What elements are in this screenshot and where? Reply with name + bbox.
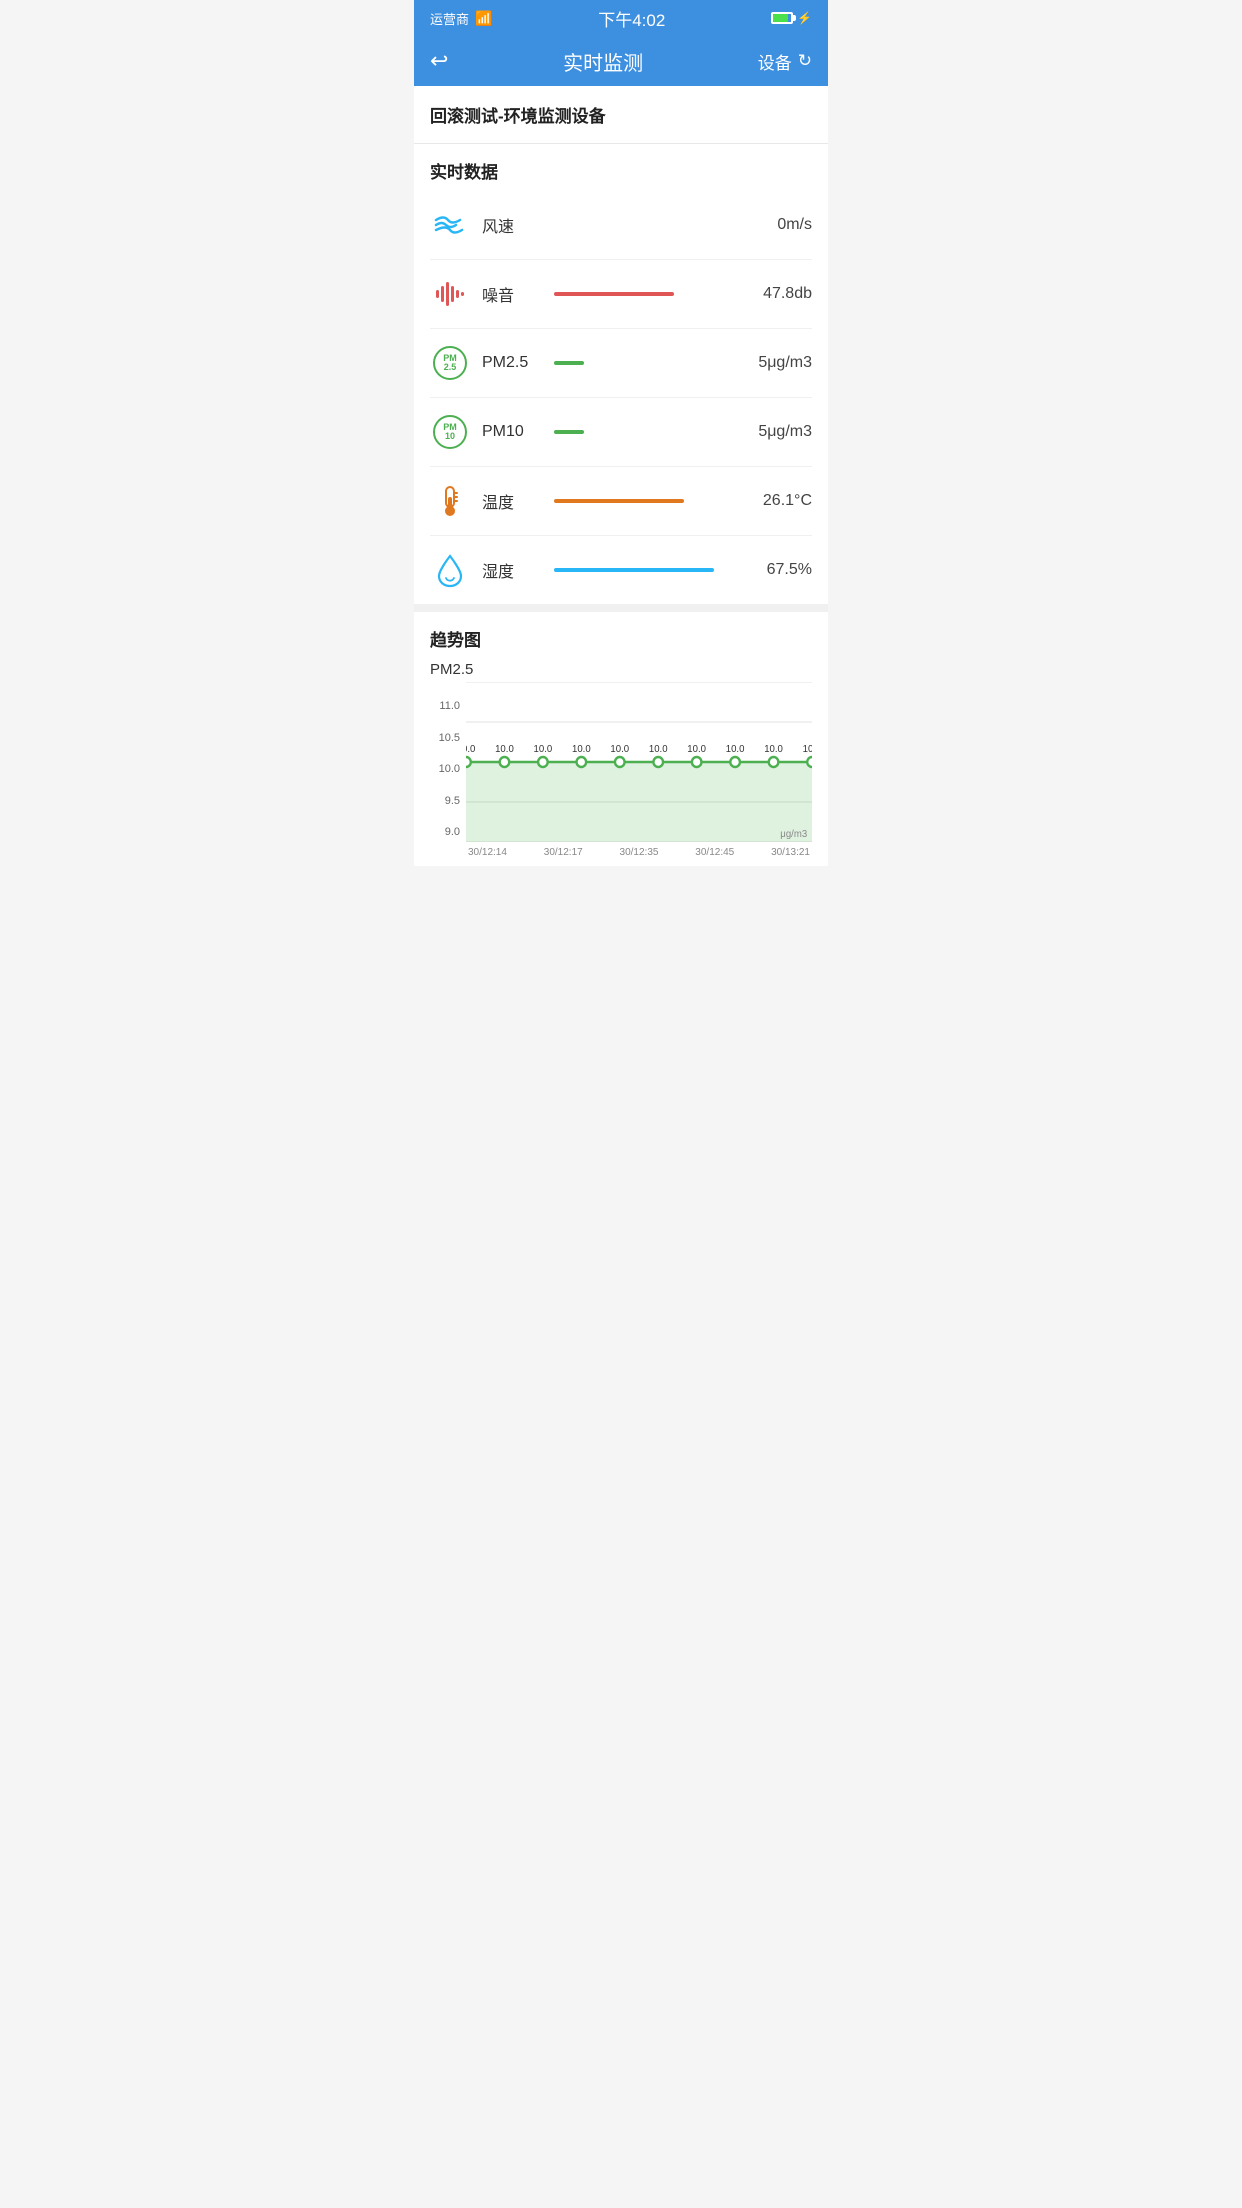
pm25-bar-area [554,361,720,365]
status-time: 下午4:02 [598,6,665,31]
noise-value: 47.8db [732,285,812,303]
svg-text:10.0: 10.0 [610,744,629,755]
pm10-bar-area [554,430,720,434]
temp-bar-area [554,499,720,503]
svg-text:10.0: 10.0 [726,744,745,755]
status-bar: 运营商 📶 下午4:02 ⚡ [414,0,828,36]
svg-text:μg/m3: μg/m3 [780,829,807,840]
x-label-1: 30/12:14 [468,847,507,858]
pm25-bar [554,361,584,365]
realtime-section-title: 实时数据 [430,158,812,183]
pm10-label: PM10 [482,423,542,441]
pm10-bar [554,430,584,434]
svg-text:10.0: 10.0 [764,744,783,755]
wifi-icon: 📶 [475,10,492,27]
carrier-label: 运营商 [430,9,469,28]
chart-label: PM2.5 [430,661,812,678]
temp-icon-wrapper [430,481,470,521]
pm10-icon-wrapper: PM10 [430,412,470,452]
wind-row: 风速 0m/s [430,191,812,260]
device-title-section: 回滚测试-环境监测设备 [414,86,828,144]
wind-icon-wrapper [430,205,470,245]
noise-icon-wrapper [430,274,470,314]
trend-title: 趋势图 [430,626,812,651]
svg-text:10.0: 10.0 [572,744,591,755]
noise-row: 噪音 47.8db [430,260,812,329]
y-label-mid2: 10.0 [439,763,460,775]
humid-value: 67.5% [732,561,812,579]
temp-label: 温度 [482,489,542,513]
svg-text:10.0: 10.0 [649,744,668,755]
status-left: 运营商 📶 [430,9,492,28]
noise-bar-area [554,292,720,296]
pm25-icon-wrapper: PM2.5 [430,343,470,383]
battery-icon [771,12,793,24]
humid-bar-area [554,568,720,572]
noise-label: 噪音 [482,282,542,306]
pm10-value: 5μg/m3 [732,423,812,441]
y-label-max: 11.0 [439,700,460,712]
device-label: 设备 [758,49,792,74]
x-label-4: 30/12:45 [695,847,734,858]
chart-area: 10.0 10.0 10.0 10.0 10.0 10.0 10.0 10.0 … [466,682,812,858]
main-content: 回滚测试-环境监测设备 实时数据 风速 0m/s [414,86,828,866]
temp-icon [435,483,465,519]
x-axis-labels: 30/12:14 30/12:17 30/12:35 30/12:45 30/1… [466,847,812,858]
status-right: ⚡ [771,11,812,25]
x-label-3: 30/12:35 [620,847,659,858]
refresh-icon: ↻ [798,51,812,71]
y-label-mid1: 10.5 [439,732,460,744]
svg-text:10.0: 10.0 [466,744,476,755]
temp-row: 温度 26.1°C [430,467,812,536]
pm10-icon: PM10 [433,415,467,449]
trend-section: 趋势图 PM2.5 11.0 10.5 10.0 9.5 9.0 [414,612,828,866]
device-title: 回滚测试-环境监测设备 [430,102,812,127]
svg-text:10.0: 10.0 [803,744,812,755]
wind-value: 0m/s [732,216,812,234]
pm25-label: PM2.5 [482,354,542,372]
y-label-mid3: 9.5 [445,795,460,807]
pm10-row: PM10 PM10 5μg/m3 [430,398,812,467]
temp-value: 26.1°C [732,492,812,510]
nav-title: 实时监测 [563,47,643,76]
svg-text:10.0: 10.0 [687,744,706,755]
pm25-icon: PM2.5 [433,346,467,380]
realtime-section-header: 实时数据 [414,144,828,191]
nav-bar: ↩ 实时监测 设备 ↻ [414,36,828,86]
section-divider [414,604,828,612]
back-button[interactable]: ↩ [430,48,448,74]
chart-svg: 10.0 10.0 10.0 10.0 10.0 10.0 10.0 10.0 … [466,682,812,842]
pm25-value: 5μg/m3 [732,354,812,372]
humid-bar [554,568,714,572]
humid-icon [433,552,467,588]
wind-label: 风速 [482,213,542,237]
chart-wrapper: 11.0 10.5 10.0 9.5 9.0 [430,682,812,858]
pm25-row: PM2.5 PM2.5 5μg/m3 [430,329,812,398]
wind-icon [432,207,468,243]
humid-row: 湿度 67.5% [430,536,812,604]
data-list: 风速 0m/s 噪音 47.8db [414,191,828,604]
charging-icon: ⚡ [797,11,812,25]
svg-text:10.0: 10.0 [495,744,514,755]
x-label-2: 30/12:17 [544,847,583,858]
noise-icon [432,276,468,312]
x-label-5: 30/13:21 [771,847,810,858]
temp-bar [554,499,684,503]
y-axis: 11.0 10.5 10.0 9.5 9.0 [430,682,466,858]
humid-label: 湿度 [482,558,542,582]
svg-text:10.0: 10.0 [534,744,553,755]
humid-icon-wrapper [430,550,470,590]
device-button[interactable]: 设备 ↻ [758,49,812,74]
y-label-min: 9.0 [445,826,460,838]
noise-bar [554,292,674,296]
